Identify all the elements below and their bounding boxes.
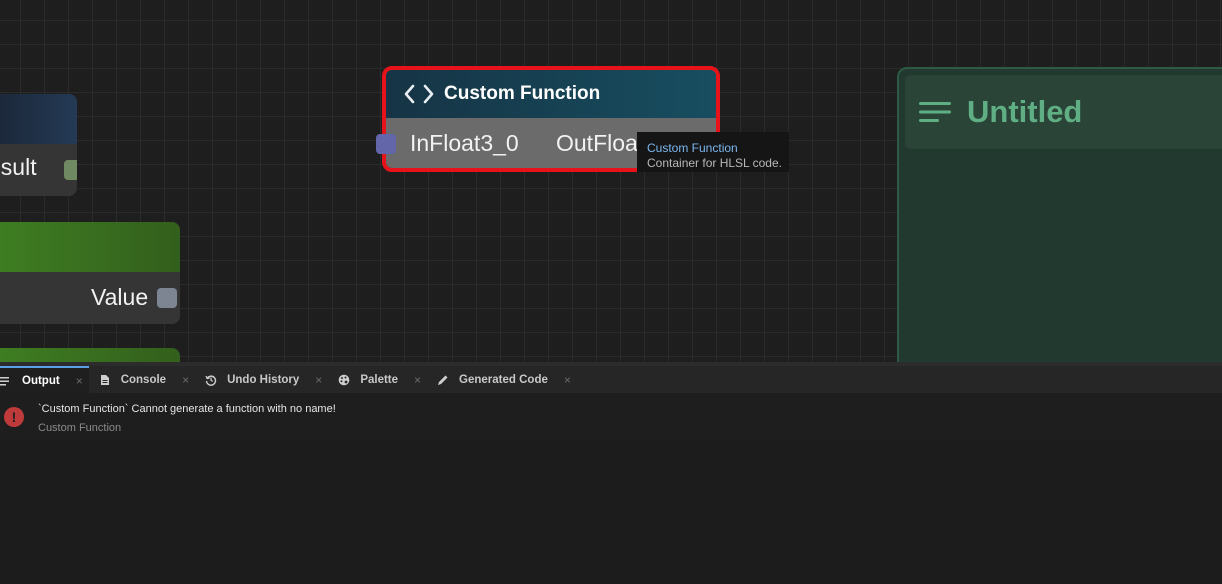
history-icon: [205, 374, 217, 386]
log-message: `Custom Function` Cannot generate a func…: [38, 403, 336, 415]
input-port-label: InFloat3_0: [410, 130, 519, 156]
group-title[interactable]: Untitled: [967, 94, 1082, 130]
tab-output[interactable]: Output ×: [0, 366, 89, 393]
tooltip-description: Container for HLSL code.: [647, 156, 782, 170]
close-icon[interactable]: ×: [414, 373, 421, 387]
menu-lines-icon: [919, 102, 951, 122]
log-source[interactable]: Custom Function: [38, 422, 121, 434]
input-port[interactable]: [376, 134, 396, 154]
tab-palette[interactable]: Palette ×: [328, 366, 427, 393]
group-header[interactable]: Untitled: [905, 75, 1222, 149]
close-icon[interactable]: ×: [76, 374, 83, 388]
node-header[interactable]: Custom Function: [386, 70, 716, 118]
output-port-label: Value: [91, 284, 149, 310]
tab-label: Undo History: [227, 373, 300, 386]
panel-tab-bar: Output × Console × Undo History × Palett…: [0, 366, 1222, 393]
output-port-label: esult: [0, 154, 37, 180]
tab-console[interactable]: Console ×: [89, 366, 195, 393]
output-log: ! `Custom Function` Cannot generate a fu…: [0, 393, 1222, 584]
tab-generated-code[interactable]: Generated Code ×: [427, 366, 577, 393]
node-tooltip: Custom Function Container for HLSL code.: [637, 132, 789, 172]
palette-icon: [339, 374, 350, 385]
document-icon: [100, 374, 109, 385]
tab-label: Palette: [360, 373, 399, 386]
log-entry[interactable]: ! `Custom Function` Cannot generate a fu…: [0, 393, 1222, 440]
error-icon: !: [4, 407, 24, 427]
output-port[interactable]: [64, 160, 77, 180]
tooltip-title: Custom Function: [647, 141, 738, 155]
tab-label: Generated Code: [459, 373, 548, 386]
output-port[interactable]: [157, 288, 177, 308]
code-icon: [404, 84, 434, 104]
close-icon[interactable]: ×: [315, 373, 322, 387]
node-header[interactable]: [0, 348, 180, 362]
close-icon[interactable]: ×: [564, 373, 571, 387]
lines-icon: [0, 376, 9, 385]
group-untitled[interactable]: Untitled: [897, 67, 1222, 362]
graph-canvas[interactable]: esult Value Untitled Custom Funct: [0, 0, 1222, 362]
tab-label: Console: [120, 373, 167, 386]
graph-node-partial-top[interactable]: esult: [0, 94, 77, 196]
output-port-label: OutFloat: [556, 130, 645, 156]
pencil-icon: [438, 375, 448, 385]
close-icon[interactable]: ×: [182, 373, 189, 387]
graph-node-partial-bottom[interactable]: [0, 348, 180, 362]
node-header[interactable]: [0, 94, 77, 144]
node-title: Custom Function: [444, 83, 601, 104]
node-header[interactable]: [0, 222, 180, 272]
tab-label: Output: [22, 374, 60, 387]
tab-undo-history[interactable]: Undo History ×: [195, 366, 328, 393]
graph-node-value[interactable]: Value: [0, 222, 180, 324]
